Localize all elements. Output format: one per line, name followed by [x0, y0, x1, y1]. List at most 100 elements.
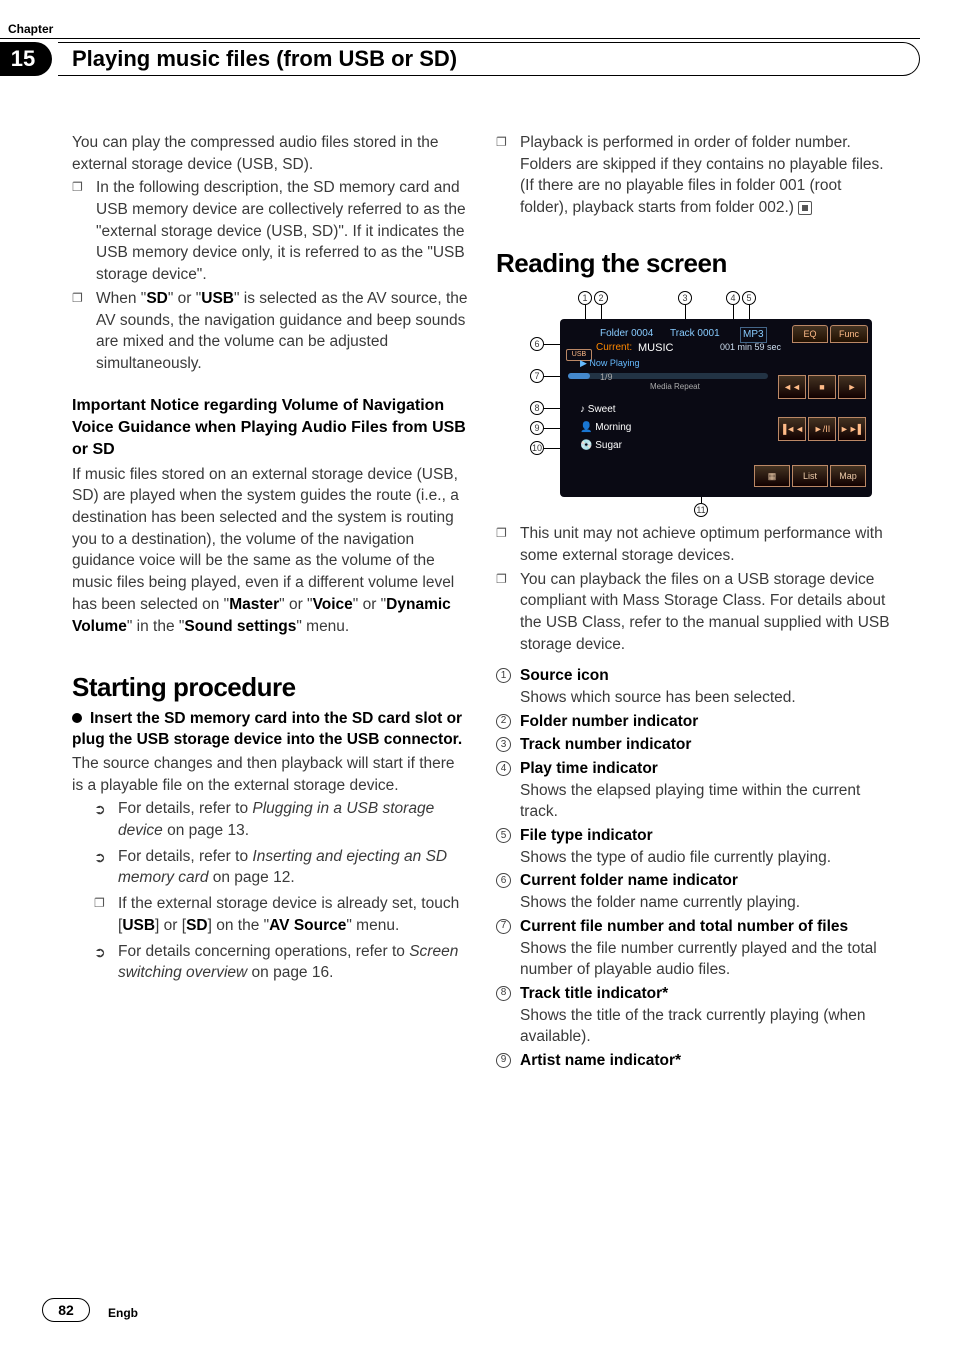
voice-label: Voice: [313, 596, 353, 613]
callout-11: 11: [694, 503, 708, 517]
step-body: The source changes and then playback wil…: [72, 753, 468, 796]
chapter-title-pill: Playing music files (from USB or SD): [58, 42, 920, 76]
skip-back-button[interactable]: ▐◄◄: [778, 417, 806, 441]
right-bullet-1: This unit may not achieve optimum perfor…: [496, 523, 892, 566]
ref3-sd: SD: [186, 917, 208, 934]
item-title: Current folder name indicator: [520, 872, 738, 889]
left-column: You can play the compressed audio files …: [72, 132, 468, 1074]
item-desc: Shows which source has been selected.: [520, 687, 892, 709]
play-pause-button[interactable]: ►/II: [808, 417, 836, 441]
right-top-bullet-text: Playback is performed in order of folder…: [520, 134, 884, 216]
circled-number-icon: 2: [496, 714, 511, 729]
album-name: 💿 Sugar: [580, 439, 622, 453]
track-indicator: Track 0001: [670, 327, 720, 341]
ref-3: If the external storage device is alread…: [72, 893, 468, 936]
circled-number-icon: 8: [496, 986, 511, 1001]
left-bullet-2: When "SD" or "USB" is selected as the AV…: [72, 288, 468, 375]
artist-name: 👤 Morning: [580, 421, 631, 435]
or2: " or ": [353, 596, 386, 613]
end-square-icon: [798, 201, 812, 215]
screen-item-9: 9 Artist name indicator*: [496, 1050, 892, 1072]
callout-9: 9: [530, 421, 544, 435]
item-title: Source icon: [520, 667, 609, 684]
callout-2: 2: [594, 291, 608, 305]
skip-forward-button[interactable]: ►►▌: [838, 417, 866, 441]
list-button[interactable]: List: [792, 465, 828, 487]
screen-item-7: 7 Current file number and total number of…: [496, 916, 892, 981]
item-title: Folder number indicator: [520, 713, 698, 730]
callout-7: 7: [530, 369, 544, 383]
or1: " or ": [279, 596, 312, 613]
sound-settings-label: Sound settings: [184, 618, 296, 635]
callout-1: 1: [578, 291, 592, 305]
circled-number-icon: 9: [496, 1053, 511, 1068]
screen-item-2: 2 Folder number indicator: [496, 711, 892, 733]
ref2-post: on page 12.: [208, 869, 294, 886]
callout-4: 4: [726, 291, 740, 305]
right-top-bullet: Playback is performed in order of folder…: [496, 132, 892, 219]
ref3-post: ] on the ": [208, 917, 270, 934]
sd-label: SD: [146, 290, 168, 307]
circled-number-icon: 4: [496, 761, 511, 776]
circled-number-icon: 7: [496, 919, 511, 934]
ref1-post: on page 13.: [163, 822, 249, 839]
refer-icon: ➲: [94, 800, 106, 820]
ref1-pre: For details, refer to: [118, 800, 252, 817]
ref-4: ➲ For details concerning operations, ref…: [72, 941, 468, 984]
circled-number-icon: 5: [496, 828, 511, 843]
func-button[interactable]: Func: [830, 325, 868, 343]
screen-item-1: 1Source iconShows which source has been …: [496, 665, 892, 708]
item-title: Artist name indicator*: [520, 1052, 681, 1069]
screen-item-8: 8Track title indicator*Shows the title o…: [496, 983, 892, 1048]
chapter-rule: [0, 38, 920, 39]
current-folder-name: MUSIC: [638, 341, 673, 356]
step-lead: Insert the SD memory card into the SD ca…: [72, 710, 462, 749]
folder-indicator: Folder 0004: [600, 327, 653, 341]
ref4-pre: For details concerning operations, refer…: [118, 943, 409, 960]
map-button[interactable]: Map: [830, 465, 866, 487]
refer-icon: ➲: [94, 943, 106, 963]
refer-icon: ➲: [94, 848, 106, 868]
step-bullet-icon: [72, 713, 82, 723]
item-title: Track title indicator*: [520, 985, 668, 1002]
now-playing-label: ▶ Now Playing: [580, 357, 639, 370]
item-title: Track number indicator: [520, 736, 691, 753]
ref4-post: on page 16.: [247, 964, 333, 981]
left-bullet-1: In the following description, the SD mem…: [72, 177, 468, 285]
in-the: " in the ": [127, 618, 185, 635]
callout-8: 8: [530, 401, 544, 415]
progress-bar: [568, 373, 768, 379]
step-1: Insert the SD memory card into the SD ca…: [72, 708, 468, 751]
callout-5: 5: [742, 291, 756, 305]
right-bullet-2: You can playback the files on a USB stor…: [496, 569, 892, 656]
chapter-number-badge: 15: [0, 42, 52, 76]
item-desc: Shows the folder name currently playing.: [520, 892, 892, 914]
callout-10: 10: [530, 441, 544, 455]
item-title: Current file number and total number of …: [520, 918, 848, 935]
next-button[interactable]: ►: [838, 375, 866, 399]
stop-button[interactable]: ■: [808, 375, 836, 399]
eq-button[interactable]: EQ: [792, 325, 828, 343]
item-title: File type indicator: [520, 827, 653, 844]
ref3-mid: ] or [: [155, 917, 186, 934]
grid-button[interactable]: ▦: [754, 465, 790, 487]
ref3-end: " menu.: [346, 917, 399, 934]
track-title: ♪ Sweet: [580, 403, 616, 417]
language-code: Engb: [108, 1306, 138, 1320]
notice-body: If music files stored on an external sto…: [72, 464, 468, 638]
right-column: Playback is performed in order of folder…: [496, 132, 892, 1074]
circled-number-icon: 6: [496, 873, 511, 888]
master-label: Master: [229, 596, 279, 613]
ref2-pre: For details, refer to: [118, 848, 252, 865]
screen-item-4: 4Play time indicatorShows the elapsed pl…: [496, 758, 892, 823]
prev-button[interactable]: ◄◄: [778, 375, 806, 399]
file-count: 1/9: [600, 371, 613, 384]
item-desc: Shows the elapsed playing time within th…: [520, 780, 892, 823]
intro-text: You can play the compressed audio files …: [72, 132, 468, 175]
ref3-usb: USB: [122, 917, 155, 934]
circled-number-icon: 3: [496, 737, 511, 752]
notice-heading: Important Notice regarding Volume of Nav…: [72, 395, 468, 462]
callout-6: 6: [530, 337, 544, 351]
media-repeat-label: Media Repeat: [650, 381, 700, 392]
menu-end: " menu.: [296, 618, 349, 635]
